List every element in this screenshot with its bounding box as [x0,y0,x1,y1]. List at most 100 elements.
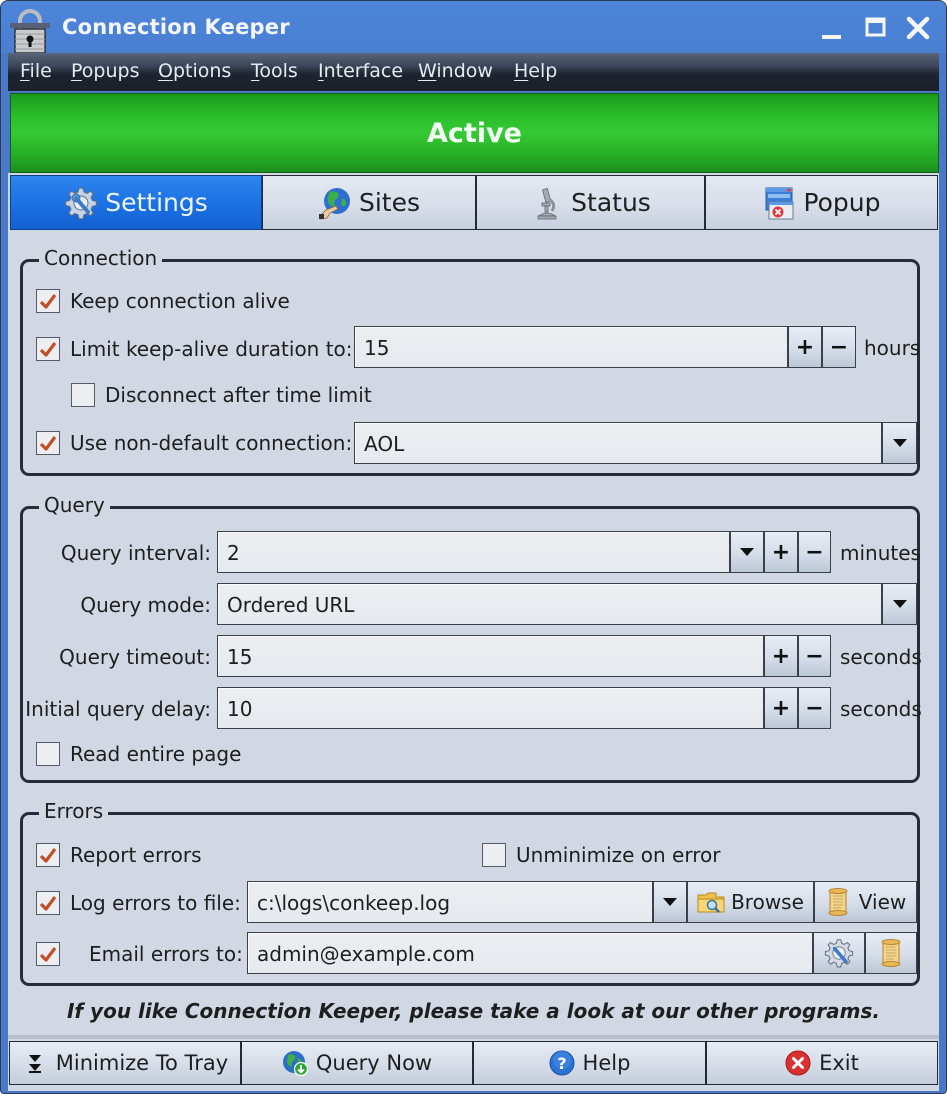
plus-icon: + [771,695,791,721]
popup-window-icon [765,187,794,219]
query-group: Query Query interval: 2 + − minutes Quer… [20,493,922,783]
email-input[interactable]: admin@example.com [247,932,813,974]
initial-delay-label: Initial query delay: [25,697,211,721]
errors-group: Errors Report errors Unminimize on error… [20,799,920,986]
disconnect-after-checkbox[interactable] [71,383,95,407]
email-errors-checkbox[interactable] [36,942,60,966]
log-file-input[interactable]: c:\logs\conkeep.log [247,881,653,923]
email-settings-button[interactable] [813,932,865,974]
menu-label: indow [436,60,493,82]
log-errors-label: Log errors to file: [70,891,241,915]
menu-file[interactable]: File [20,60,52,82]
query-mode-label: Query mode: [80,593,211,617]
non-default-connection-checkbox[interactable] [36,431,60,455]
unminimize-row: Unminimize on error [482,843,720,867]
browse-label: Browse [731,890,804,914]
scroll-document-icon [828,888,848,916]
unminimize-checkbox[interactable] [482,843,506,867]
non-default-connection-row: Use non-default connection: [36,431,352,455]
query-timeout-unit: seconds [840,645,922,669]
read-entire-row: Read entire page [36,742,241,766]
non-default-connection-label: Use non-default connection: [70,431,353,455]
browse-button[interactable]: Browse [687,881,814,923]
exit-button[interactable]: Exit [706,1041,938,1085]
query-now-button[interactable]: Query Now [241,1041,473,1085]
disconnect-after-label: Disconnect after time limit [105,383,372,407]
minus-icon: − [805,643,824,669]
minus-icon: − [805,695,824,721]
checkmark-icon [39,436,57,451]
keep-alive-row: Keep connection alive [36,289,290,313]
initial-delay-decrement-button[interactable]: − [798,687,831,729]
query-timeout-input[interactable]: 15 [217,635,764,677]
menu-label: ile [29,60,52,82]
limit-duration-row: Limit keep-alive duration to: [36,337,353,361]
query-interval-decrement-button[interactable]: − [798,531,831,573]
initial-delay-input[interactable]: 10 [217,687,764,729]
initial-delay-increment-button[interactable]: + [764,687,798,729]
chevron-down-icon [663,898,677,906]
tab-label: Status [571,188,651,217]
title-bar[interactable]: Connection Keeper [1,1,946,53]
read-entire-checkbox[interactable] [36,742,60,766]
minus-icon: − [829,334,849,360]
menu-bar: File Popups Options Tools Interface Wind… [8,53,939,91]
menu-interface[interactable]: Interface [318,60,403,82]
report-errors-checkbox[interactable] [36,843,60,867]
errors-group-title: Errors [39,799,109,823]
promo-text[interactable]: If you like Connection Keeper, please ta… [8,999,939,1023]
report-errors-label: Report errors [70,843,202,867]
query-mode-select[interactable]: Ordered URL [217,583,882,625]
maximize-button[interactable] [863,15,889,41]
tab-sites[interactable]: Sites [262,175,476,230]
query-mode-dropdown-button[interactable] [882,583,917,625]
keep-alive-checkbox[interactable] [36,289,60,313]
menu-tools[interactable]: Tools [251,60,298,82]
minimize-button[interactable] [819,15,845,41]
log-file-dropdown-button[interactable] [653,881,687,923]
checkmark-icon [39,848,57,863]
tab-settings[interactable]: Settings [10,175,262,230]
menu-popups[interactable]: Popups [71,60,139,82]
close-button[interactable] [905,15,931,41]
email-view-button[interactable] [865,932,917,974]
query-interval-dropdown-button[interactable] [730,531,764,573]
help-button[interactable]: ? Help [473,1041,706,1085]
menu-label: ptions [172,60,232,82]
menu-window[interactable]: Window [418,60,493,82]
settings-gear-wrench-icon [65,186,98,219]
connection-dropdown-button[interactable] [882,422,917,464]
tab-label: Sites [358,188,421,217]
query-timeout-decrement-button[interactable]: − [798,635,831,677]
tab-status[interactable]: Status [476,175,705,230]
bottom-divider [8,1035,939,1039]
menu-accel: P [71,60,82,82]
tab-popup[interactable]: Popup [705,175,938,230]
menu-help[interactable]: Help [514,60,557,82]
minimize-to-tray-button[interactable]: Minimize To Tray [9,1041,241,1085]
scroll-document-icon [881,939,901,967]
duration-unit: hours [864,336,921,360]
duration-input[interactable]: 15 [354,326,788,368]
connection-status-bar[interactable]: Active [10,93,939,173]
log-errors-row: Log errors to file: [36,891,241,915]
duration-decrement-button[interactable]: − [822,326,856,368]
settings-panel: Settings Sites Status Popup Connection K… [8,173,939,1091]
limit-duration-checkbox[interactable] [36,337,60,361]
help-label: Help [582,1051,631,1075]
unminimize-label: Unminimize on error [516,843,721,867]
view-log-button[interactable]: View [814,881,917,923]
menu-accel: H [514,60,529,82]
log-errors-checkbox[interactable] [36,891,60,915]
chevron-down-icon [740,548,754,556]
app-window: Connection Keeper File Popups Options To… [0,0,947,1094]
plus-icon: + [771,539,791,565]
query-timeout-increment-button[interactable]: + [764,635,798,677]
query-group-title: Query [39,493,110,517]
connection-select[interactable]: AOL [354,422,882,464]
query-interval-input[interactable]: 2 [217,531,730,573]
connection-group-title: Connection [39,246,163,270]
menu-options[interactable]: Options [158,60,231,82]
query-interval-increment-button[interactable]: + [764,531,798,573]
duration-increment-button[interactable]: + [788,326,822,368]
